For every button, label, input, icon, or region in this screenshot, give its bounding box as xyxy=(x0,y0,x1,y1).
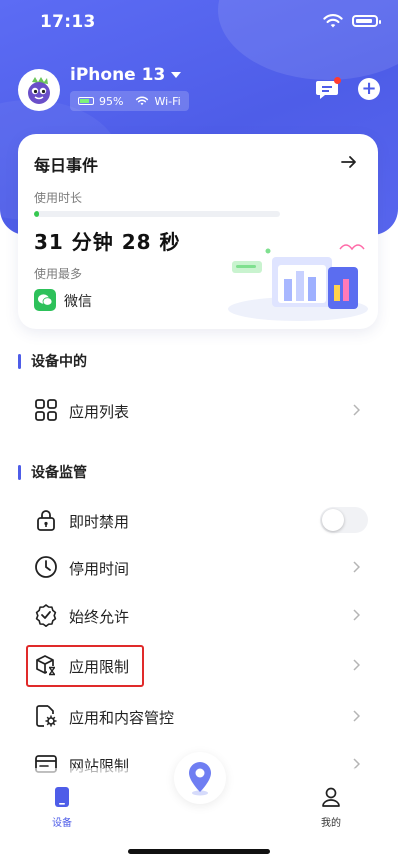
device-selector[interactable]: iPhone 13 xyxy=(70,65,182,85)
most-used-app: 微信 xyxy=(64,294,92,310)
badge-check-icon xyxy=(35,604,57,627)
section-device-title: 设备中的 xyxy=(31,354,87,370)
battery-icon xyxy=(78,97,94,105)
menu-label-always-allowed: 始终允许 xyxy=(69,608,130,626)
wechat-icon xyxy=(34,289,56,311)
chevron-right-icon xyxy=(353,561,360,573)
chevron-right-icon xyxy=(353,609,360,621)
instant-block-toggle[interactable] xyxy=(320,507,368,533)
battery-icon xyxy=(352,15,381,27)
location-button[interactable] xyxy=(174,752,226,804)
card-title: 每日事件 xyxy=(34,156,99,175)
grid-icon xyxy=(35,399,57,421)
device-name: iPhone 13 xyxy=(70,65,166,85)
menu-item-downtime[interactable]: 停用时间 xyxy=(0,545,398,589)
tab-device-label: 设备 xyxy=(52,818,72,829)
menu-label-content-controls: 应用和内容管控 xyxy=(69,709,175,727)
notification-dot xyxy=(334,77,341,84)
wifi-icon xyxy=(323,14,343,28)
section-supervision: 设备监管 xyxy=(18,462,87,482)
usage-duration: 31 分钟 28 秒 xyxy=(34,230,181,254)
gear-document-icon xyxy=(36,705,57,727)
menu-label-instant-block: 即时禁用 xyxy=(69,513,130,531)
message-icon[interactable] xyxy=(316,77,342,101)
lock-icon xyxy=(37,510,55,531)
phone-icon xyxy=(55,787,69,807)
most-used-label: 使用最多 xyxy=(34,267,83,281)
monster-avatar-icon xyxy=(28,77,50,104)
section-device: 设备中的 xyxy=(18,351,87,371)
section-supervision-title: 设备监管 xyxy=(31,465,87,481)
plus-icon: + xyxy=(361,78,377,99)
menu-item-instant-block[interactable]: 即时禁用 xyxy=(0,498,398,542)
clock-icon xyxy=(35,556,57,578)
status-bar: 17:13 xyxy=(0,0,398,44)
usage-progress-bar xyxy=(34,211,280,217)
status-time: 17:13 xyxy=(40,12,96,32)
app-limits-highlight-box xyxy=(26,645,144,687)
tab-mine[interactable]: 我的 xyxy=(320,786,342,829)
menu-item-content-controls[interactable]: 应用和内容管控 xyxy=(0,694,398,738)
user-icon xyxy=(322,787,340,807)
menu-label-downtime: 停用时间 xyxy=(69,560,130,578)
home-indicator xyxy=(128,849,270,854)
tab-mine-label: 我的 xyxy=(321,818,341,829)
wifi-icon xyxy=(136,96,149,106)
usage-label: 使用时长 xyxy=(34,191,83,205)
battery-level: 95% xyxy=(99,94,124,108)
add-device-button[interactable]: + xyxy=(358,78,380,100)
location-pin-icon xyxy=(189,762,211,796)
usage-illustration xyxy=(228,244,368,321)
menu-item-app-list[interactable]: 应用列表 xyxy=(0,388,398,432)
menu-item-always-allowed[interactable]: 始终允许 xyxy=(0,593,398,637)
chevron-right-icon xyxy=(353,710,360,722)
chevron-right-icon xyxy=(353,659,360,671)
caret-down-icon xyxy=(171,72,182,78)
menu-label-app-list: 应用列表 xyxy=(69,403,130,421)
avatar[interactable] xyxy=(18,69,60,111)
arrow-right-icon[interactable] xyxy=(340,153,358,171)
device-status-chips: 95% Wi-Fi xyxy=(70,91,189,111)
tab-device[interactable]: 设备 xyxy=(52,786,72,829)
daily-events-card[interactable]: 每日事件 使用时长 31 分钟 28 秒 使用最多 微信 xyxy=(18,134,378,329)
chevron-right-icon xyxy=(353,404,360,416)
network-type: Wi-Fi xyxy=(154,94,181,108)
